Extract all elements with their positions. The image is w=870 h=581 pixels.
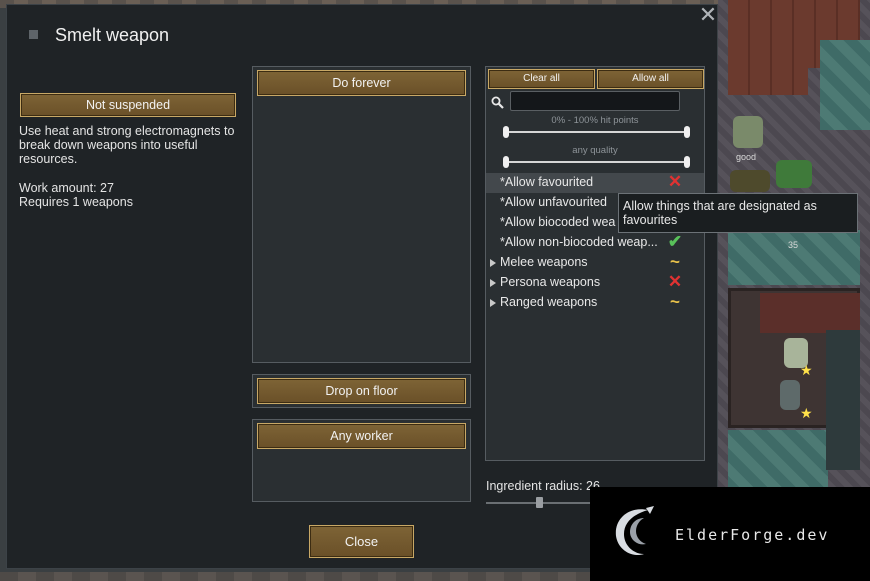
- filter-row-label: Ranged weapons: [500, 295, 598, 309]
- expand-arrow-icon[interactable]: [490, 279, 496, 287]
- close-icon[interactable]: ✕: [696, 4, 720, 28]
- quality-max-handle[interactable]: [684, 156, 690, 168]
- map-tile-floor: [728, 230, 860, 285]
- bill-description: Use heat and strong electromagnets to br…: [19, 124, 235, 166]
- filter-row-allow-non-biocoded[interactable]: *Allow non-biocoded weap... ✔: [486, 233, 704, 253]
- map-wood-floor: [728, 0, 808, 95]
- hitpoints-range-label: 0% - 100% hit points: [551, 115, 639, 126]
- partial-tilde-icon[interactable]: ~: [666, 293, 684, 311]
- hitpoints-range-track[interactable]: [506, 131, 690, 133]
- filter-row-label: *Allow favourited: [500, 175, 594, 189]
- store-mode-button[interactable]: Drop on floor: [257, 378, 466, 404]
- repeat-panel: Do forever: [252, 66, 471, 363]
- quality-range-label: any quality: [572, 145, 618, 156]
- requires-text: Requires 1 weapons: [19, 195, 133, 209]
- filter-row-label: *Allow unfavourited: [500, 195, 608, 209]
- map-wall: [826, 330, 860, 470]
- store-panel: Drop on floor: [252, 374, 471, 408]
- map-bed[interactable]: [760, 293, 860, 333]
- expand-arrow-icon[interactable]: [490, 259, 496, 267]
- disallowed-x-icon[interactable]: ✕: [666, 273, 684, 291]
- filter-row-label: *Allow biocoded wea: [500, 215, 616, 229]
- bill-icon: [29, 30, 38, 39]
- hitpoints-max-handle[interactable]: [684, 126, 690, 138]
- search-icon: [491, 96, 504, 109]
- item-count-label: 35: [788, 240, 799, 250]
- map-tile-floor: [820, 40, 870, 130]
- filter-search-input[interactable]: [510, 91, 680, 111]
- expand-arrow-icon[interactable]: [490, 299, 496, 307]
- quality-min-handle[interactable]: [503, 156, 509, 168]
- suspend-toggle-button[interactable]: Not suspended: [20, 93, 236, 117]
- weapon-item-icon[interactable]: [733, 116, 763, 148]
- repeat-mode-button[interactable]: Do forever: [257, 70, 466, 96]
- tooltip: Allow things that are designated as favo…: [618, 193, 858, 233]
- close-button[interactable]: Close: [309, 525, 414, 558]
- filter-row-allow-favourited[interactable]: *Allow favourited ✕: [486, 173, 704, 193]
- clear-all-button[interactable]: Clear all: [488, 69, 595, 89]
- filter-row-melee-weapons[interactable]: Melee weapons ~: [486, 253, 704, 273]
- star-icon: ★: [800, 405, 813, 421]
- hitpoints-min-handle[interactable]: [503, 126, 509, 138]
- disallowed-x-icon[interactable]: ✕: [666, 173, 684, 191]
- work-amount-text: Work amount: 27: [19, 181, 114, 195]
- filter-row-ranged-weapons[interactable]: Ranged weapons ~: [486, 293, 704, 313]
- filter-row-persona-weapons[interactable]: Persona weapons ✕: [486, 273, 704, 293]
- map-tile-floor: [728, 430, 828, 490]
- worker-select-button[interactable]: Any worker: [257, 423, 466, 449]
- ingredient-radius-label: Ingredient radius: 26: [486, 479, 600, 493]
- allow-all-button[interactable]: Allow all: [597, 69, 704, 89]
- dialog-title: Smelt weapon: [55, 25, 170, 45]
- dragon-logo-icon: [615, 506, 654, 556]
- filter-row-label: Persona weapons: [500, 275, 601, 289]
- bill-config-dialog: Smelt weapon Not suspended Use heat and …: [6, 4, 718, 569]
- wood-item-icon[interactable]: [730, 170, 770, 192]
- plant-icon[interactable]: [776, 160, 812, 188]
- ingredient-filter-panel: Clear all Allow all 0% - 100% hit points…: [485, 66, 705, 461]
- ingredient-radius-handle[interactable]: [536, 497, 543, 508]
- item-quality-label: good: [736, 152, 757, 162]
- watermark-text: ElderForge.dev: [675, 526, 830, 544]
- filter-row-label: *Allow non-biocoded weap...: [500, 235, 658, 249]
- quality-range-track[interactable]: [506, 161, 690, 163]
- chair-icon[interactable]: [780, 380, 800, 410]
- star-icon: ★: [800, 362, 813, 378]
- allowed-check-icon[interactable]: ✔: [666, 233, 684, 251]
- partial-tilde-icon[interactable]: ~: [666, 253, 684, 271]
- filter-row-label: Melee weapons: [500, 255, 588, 269]
- worker-panel: Any worker: [252, 419, 471, 502]
